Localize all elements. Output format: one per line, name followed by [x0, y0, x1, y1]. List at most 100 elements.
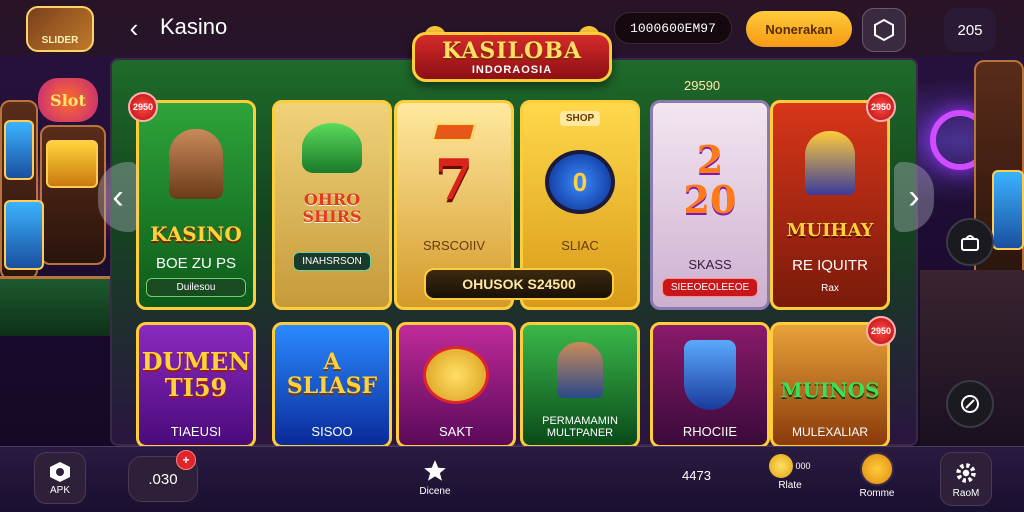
tile-art — [773, 103, 887, 222]
game-tile-ohro-shirs[interactable]: OHRO SHIRS INAHSRSON — [272, 100, 392, 310]
page-title: Kasino — [160, 14, 228, 39]
coins-nav[interactable]: 000 Rlate — [760, 454, 820, 491]
game-chip: SIEEOEOLEEOE — [661, 278, 759, 297]
tile-art: 2 20 — [653, 103, 767, 257]
apk-button[interactable]: APK — [34, 452, 86, 504]
jackpot-bar[interactable]: OHUSOK S24500 — [424, 268, 614, 300]
game-tile-kasino[interactable]: KASINO BOE ZU PS Duilesou — [136, 100, 256, 310]
game-tile-muihay[interactable]: MUIHAY RE IQUITR Rax — [770, 100, 890, 310]
coins-row: 000 — [769, 454, 811, 478]
background-table — [0, 276, 110, 336]
banner-plate: KASILOBA INDORAOSIA — [412, 32, 612, 82]
background-slot-screen — [4, 120, 34, 180]
app-logo[interactable]: SLIDER — [26, 6, 94, 52]
game-chip: Duilesou — [146, 278, 246, 297]
background-slot-sign: Slot — [38, 78, 98, 122]
tile-art — [139, 103, 253, 224]
deposit-button[interactable]: Nonerakan — [746, 11, 852, 47]
tile-art: 0 — [523, 126, 637, 238]
hexagon-icon — [50, 461, 70, 482]
tile-art: DUMEN TI59 — [139, 325, 253, 424]
game-subtitle: SISOO — [311, 424, 353, 439]
game-title: 7 — [434, 147, 474, 214]
chat-bubble-icon — [860, 452, 894, 486]
tile-art: A SLIASF — [275, 325, 389, 424]
warrior-icon — [805, 130, 855, 195]
dragon-icon — [302, 122, 362, 173]
tile-art — [653, 325, 767, 424]
balance-display: 1000600EM97 — [614, 12, 732, 44]
tile-art: 7 — [397, 103, 511, 238]
music-note-icon — [684, 339, 736, 410]
shop-sign: SHOP — [559, 111, 601, 126]
character-icon — [169, 128, 223, 199]
wallet-add-badge[interactable]: + — [176, 450, 196, 470]
game-title: DUMEN TI59 — [141, 347, 251, 402]
pencil-icon — [961, 395, 979, 413]
game-title: KASINO — [150, 222, 242, 246]
game-subtitle: BOE ZU PS — [155, 255, 237, 272]
lobby-banner: KASILOBA INDORAOSIA — [412, 26, 612, 100]
game-subtitle: SKASS — [688, 257, 732, 272]
chat-label: Romme — [859, 488, 895, 499]
game-title: MUIHAY — [786, 220, 874, 242]
score-display: 4473 — [682, 468, 711, 483]
game-subtitle: SRSCOIIV — [422, 238, 486, 253]
tile-art — [399, 325, 513, 424]
game-tile-skass[interactable]: 2 20 SKASS SIEEOEOLEEOE — [650, 100, 770, 310]
gold-bar-icon — [431, 123, 477, 141]
background-slot-screen-3 — [4, 200, 44, 270]
gift-icon — [961, 235, 979, 251]
game-subtitle: PERMAMAMIN MULTPANER — [542, 415, 618, 439]
settings-button[interactable]: RaoM — [940, 452, 992, 506]
hot-badge: 2950 — [866, 316, 896, 346]
game-chip: Rax — [821, 283, 839, 294]
settings-label: RaoM — [952, 487, 980, 499]
game-title: 2 20 — [683, 137, 737, 222]
blue-gem-icon: 0 — [545, 150, 615, 214]
tile-art — [275, 103, 389, 192]
game-subtitle: MULEXALIAR — [791, 425, 869, 439]
jackpot-amount: 29590 — [684, 78, 721, 93]
chevron-left-icon: ‹ — [129, 12, 139, 43]
hot-badge: 2950 — [128, 92, 158, 122]
hero-icon — [557, 342, 603, 398]
edit-button[interactable] — [946, 380, 994, 428]
game-title: OHRO SHIRS — [302, 190, 362, 227]
game-subtitle: TIAEUSI — [170, 424, 222, 439]
game-tile-permamamin[interactable]: PERMAMAMIN MULTPANER — [520, 322, 640, 448]
game-subtitle: SLIAC — [561, 238, 599, 253]
game-chip: INAHSRSON — [293, 252, 371, 271]
apk-label: APK — [49, 484, 70, 496]
game-tile-rhociie[interactable]: RHOCIIE — [650, 322, 770, 448]
chat-nav[interactable]: Romme — [852, 452, 902, 499]
chevron-right-icon: › — [908, 177, 920, 216]
background-slot-screen-right — [992, 170, 1024, 250]
game-tile-sliasf[interactable]: A SLIASF SISOO — [272, 322, 392, 448]
game-title: 0 — [572, 166, 588, 197]
game-subtitle: RE IQUITR — [792, 257, 868, 274]
favorites-nav[interactable]: Dicene — [410, 458, 460, 497]
gift-button[interactable] — [946, 218, 994, 266]
banner-title: KASILOBA — [442, 38, 582, 64]
star-icon — [424, 460, 446, 481]
wallet-value: .030 — [148, 470, 178, 488]
coins-value: 000 — [795, 461, 811, 471]
hot-badge: 2950 — [866, 92, 896, 122]
game-tile-sakt[interactable]: SAKT — [396, 322, 516, 448]
game-subtitle: RHOCIIE — [682, 424, 738, 439]
chevron-left-icon: ‹ — [112, 177, 124, 216]
coins-label: Rlate — [778, 480, 802, 491]
banner-subtitle: INDORAOSIA — [471, 64, 553, 76]
game-title: MUINOS — [780, 377, 880, 402]
notification-counter[interactable]: 205 — [944, 8, 996, 52]
profile-button[interactable] — [862, 8, 906, 52]
favorites-label: Dicene — [419, 486, 451, 497]
back-button[interactable]: ‹ — [120, 12, 148, 44]
game-tile-dumen[interactable]: DUMEN TI59 TIAEUSI — [136, 322, 256, 448]
gear-icon — [956, 462, 976, 483]
game-subtitle: SAKT — [439, 424, 473, 439]
shield-icon — [874, 18, 894, 42]
coin-stack-icon — [423, 345, 489, 404]
game-title: A SLIASF — [286, 349, 378, 399]
